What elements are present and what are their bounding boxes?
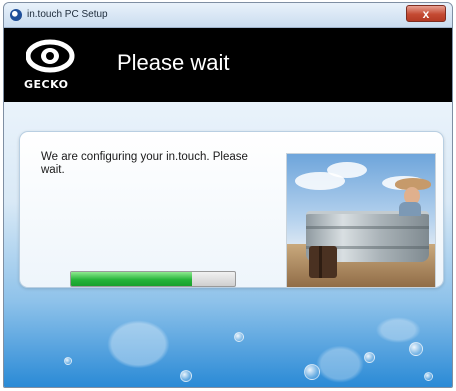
progress-bar bbox=[70, 271, 236, 287]
title-bar[interactable]: in.touch PC Setup x bbox=[4, 3, 452, 28]
close-button[interactable]: x bbox=[406, 5, 446, 22]
man-shoulders bbox=[399, 202, 421, 216]
bubble-decoration bbox=[180, 370, 192, 382]
progress-fill bbox=[71, 272, 193, 286]
cowboy-boots bbox=[309, 246, 337, 278]
bubble-decoration bbox=[234, 332, 244, 342]
window-title: in.touch PC Setup bbox=[27, 9, 108, 20]
cloud bbox=[327, 162, 367, 178]
bubble-decoration bbox=[364, 352, 375, 363]
gecko-logo: GECKO bbox=[22, 38, 82, 94]
page-title: Please wait bbox=[117, 50, 230, 75]
content-area: We are configuring your in.touch. Please… bbox=[4, 102, 452, 387]
brand-wordmark: GECKO bbox=[24, 78, 69, 91]
hot-tub-photo bbox=[286, 153, 436, 288]
gecko-logo-icon bbox=[26, 39, 75, 73]
bubble-decoration bbox=[64, 357, 72, 365]
bubble-decoration bbox=[304, 364, 320, 380]
app-icon bbox=[10, 9, 22, 21]
close-icon: x bbox=[422, 7, 430, 21]
tub-band bbox=[306, 226, 429, 229]
bubble-decoration bbox=[424, 372, 433, 381]
header-banner: GECKO Please wait bbox=[4, 28, 452, 102]
status-message: We are configuring your in.touch. Please… bbox=[41, 151, 248, 176]
status-panel: We are configuring your in.touch. Please… bbox=[19, 131, 444, 288]
bubble-decoration bbox=[409, 342, 423, 356]
setup-window: in.touch PC Setup x GECKO Please wait We… bbox=[3, 2, 453, 388]
